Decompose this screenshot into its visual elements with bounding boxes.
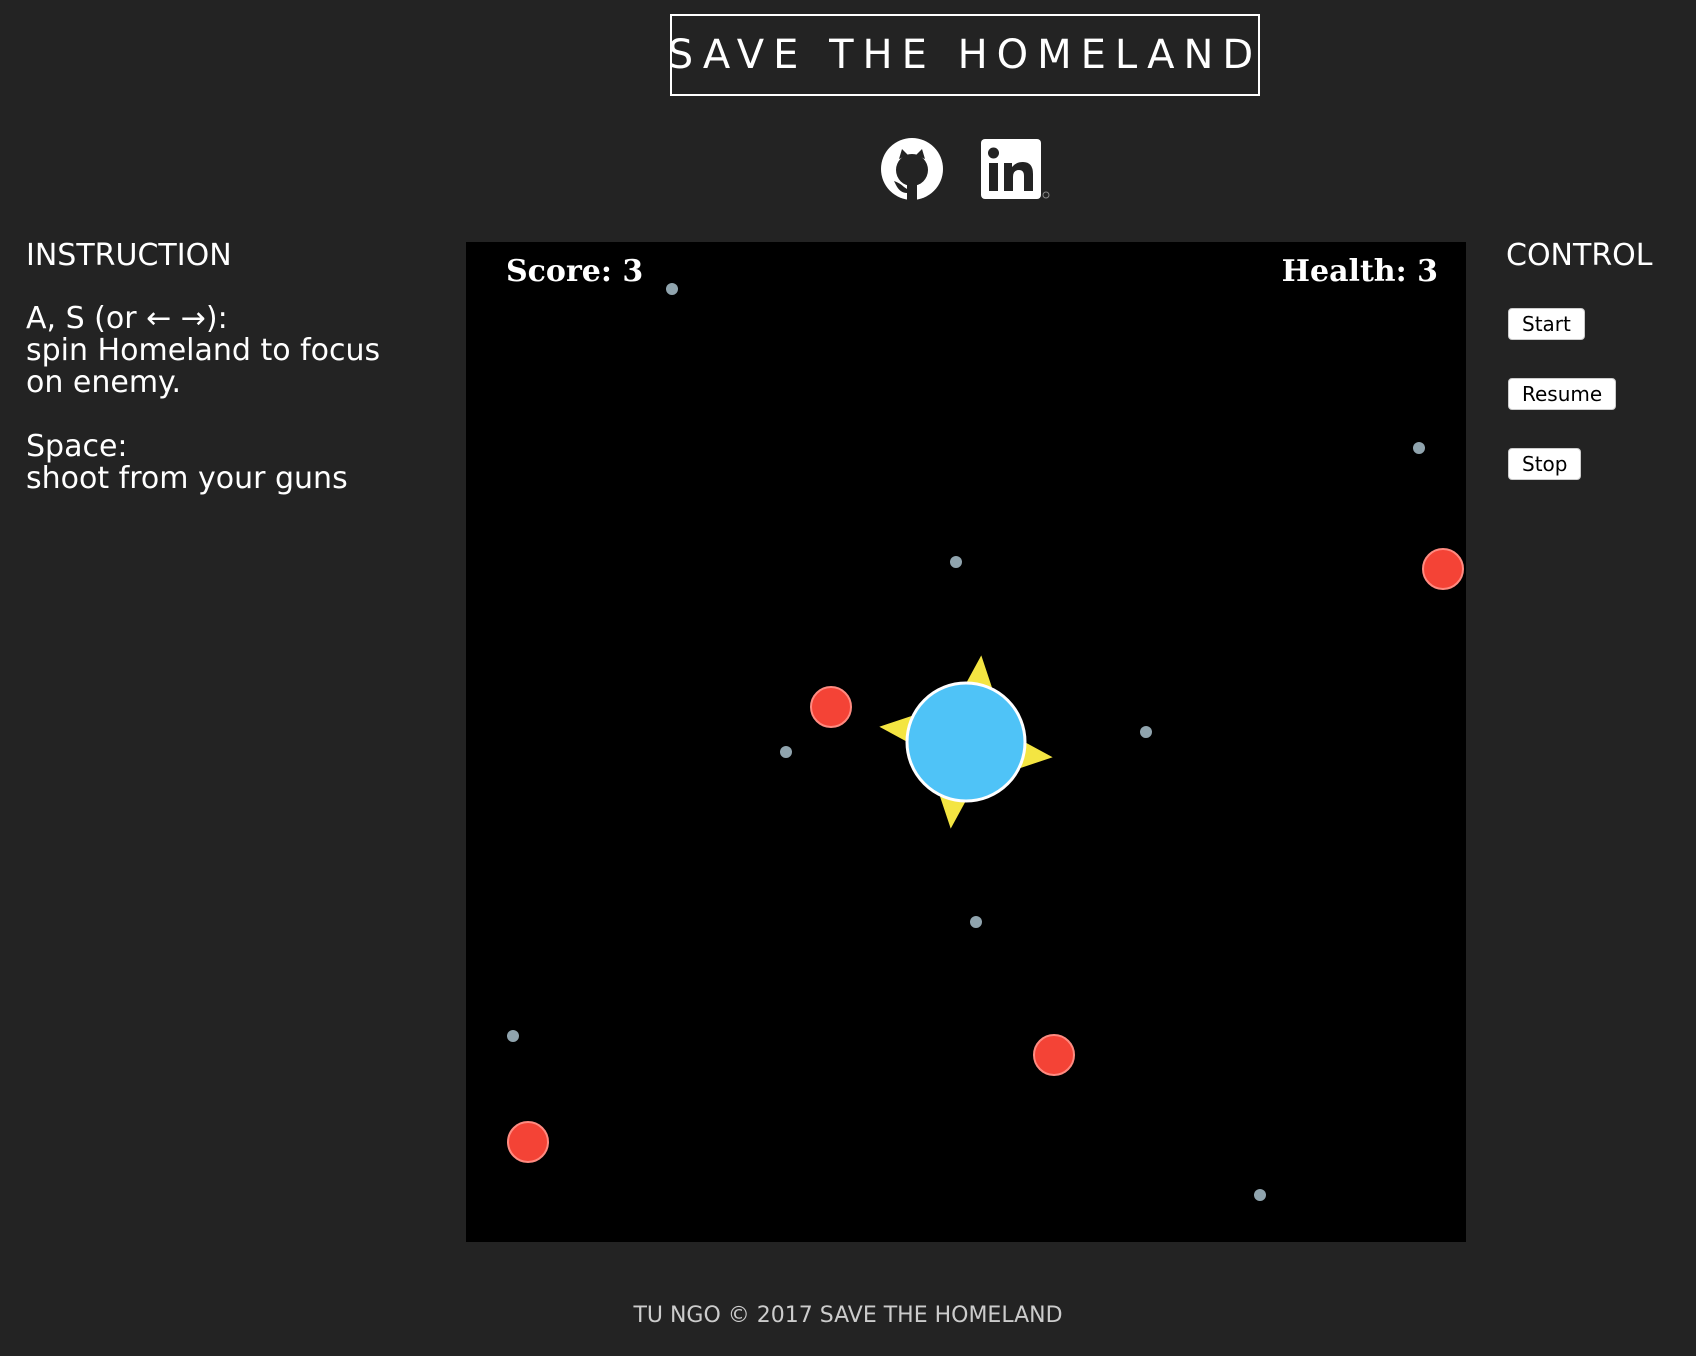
github-icon	[880, 137, 944, 201]
shoot-description: shoot from your guns	[26, 461, 348, 496]
shoot-instruction: Space: shoot from your guns	[26, 431, 446, 495]
bullet	[666, 283, 678, 295]
spin-description-line2: on enemy.	[26, 365, 182, 400]
instruction-heading: INSTRUCTION	[26, 238, 232, 273]
spin-keys: A, S (or ← →):	[26, 301, 228, 336]
title-box: SAVE THE HOMELAND	[667, 14, 1263, 96]
stop-button[interactable]: Stop	[1508, 448, 1582, 480]
score-display: Score: 3	[506, 254, 644, 289]
enemy	[1033, 1034, 1075, 1076]
shoot-key: Space:	[26, 429, 128, 464]
control-heading: CONTROL	[1506, 238, 1653, 273]
bullet	[1413, 442, 1425, 454]
game-field	[507, 283, 1464, 1201]
spin-description-line1: spin Homeland to focus	[26, 333, 381, 368]
start-button[interactable]: Start	[1508, 308, 1585, 340]
game-canvas[interactable]: Score: 3 Health: 3	[466, 242, 1466, 1242]
footer: TU NGO © 2017 SAVE THE HOMELAND	[633, 1303, 1063, 1328]
homeland	[905, 681, 1027, 803]
linkedin-icon	[980, 137, 1052, 201]
resume-button[interactable]: Resume	[1508, 378, 1617, 410]
enemy	[810, 686, 852, 728]
page-title: SAVE THE HOMELAND	[667, 32, 1263, 78]
enemy	[507, 1121, 549, 1163]
bullet	[780, 746, 792, 758]
github-link[interactable]	[880, 137, 944, 201]
bullet	[950, 556, 962, 568]
bullet	[970, 916, 982, 928]
spin-instruction: A, S (or ← →): spin Homeland to focus on…	[26, 303, 446, 399]
control-panel: CONTROL Start Resume Stop	[1506, 238, 1686, 480]
instruction-panel: INSTRUCTION A, S (or ← →): spin Homeland…	[26, 238, 446, 495]
linkedin-link[interactable]	[980, 137, 1052, 201]
bullet	[1254, 1189, 1266, 1201]
enemy	[1422, 548, 1464, 590]
bullet	[507, 1030, 519, 1042]
bullet	[1140, 726, 1152, 738]
health-display: Health: 3	[1281, 254, 1438, 289]
